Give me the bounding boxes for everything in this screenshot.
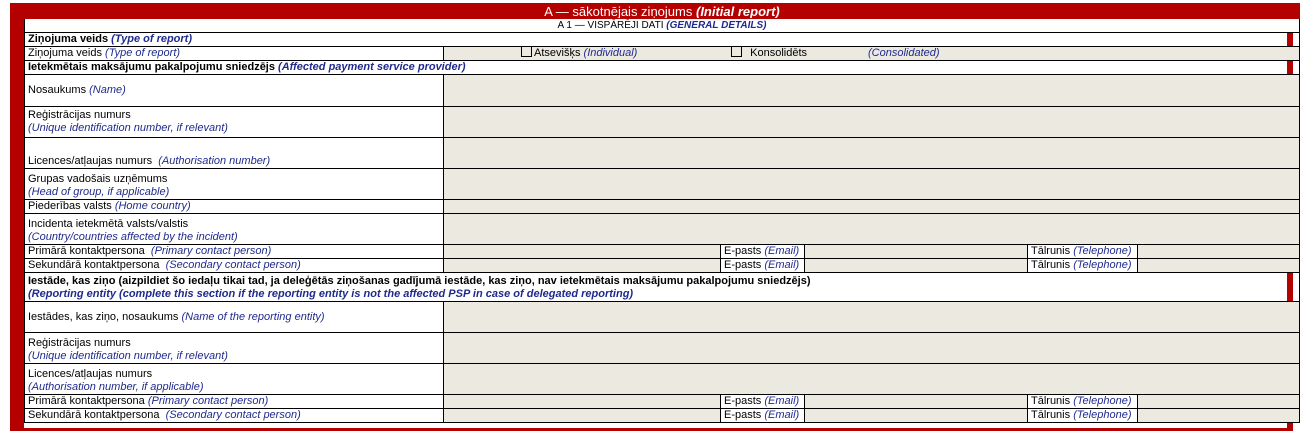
- initial-report-form: A — sākotnējais ziņojums (Initial report…: [24, 3, 1300, 423]
- re-licence-row: Licences/atļaujas numurs (Authorisation …: [24, 363, 1300, 395]
- re-secondary-email-field[interactable]: [804, 408, 1028, 423]
- re-licence-field[interactable]: [443, 363, 1300, 395]
- re-secondary-contact-label: Sekundārā kontaktpersona (Secondary cont…: [24, 408, 444, 423]
- re-reg-row: Reģistrācijas numurs (Unique identificat…: [24, 332, 1300, 364]
- consolidated-checkbox[interactable]: [731, 47, 742, 57]
- re-primary-phone-field[interactable]: [1137, 394, 1300, 409]
- psp-secondary-phone-field[interactable]: [1137, 258, 1300, 273]
- re-primary-contact-field[interactable]: [443, 394, 721, 409]
- psp-secondary-email-label: E-pasts (Email): [720, 258, 805, 273]
- re-licence-label: Licences/atļaujas numurs (Authorisation …: [24, 363, 444, 395]
- psp-home-label: Piederības valsts (Home country): [24, 199, 444, 214]
- psp-affected-row: Incidenta ietekmētā valsts/valstis (Coun…: [24, 213, 1300, 245]
- psp-secondary-contact-label: Sekundārā kontaktpersona (Secondary cont…: [24, 258, 444, 273]
- psp-primary-email-label: E-pasts (Email): [720, 244, 805, 259]
- re-primary-phone-label: Tālrunis (Telephone): [1027, 394, 1138, 409]
- consolidated-option-en: (Consolidated): [868, 47, 940, 60]
- psp-licence-label: Licences/atļaujas numurs (Authorisation …: [24, 137, 444, 169]
- section-subtitle-row: A 1 — VISPĀRĒJI DATI (GENERAL DETAILS): [24, 18, 1300, 33]
- report-type-label: Ziņojuma veids (Type of report): [24, 46, 444, 61]
- re-primary-contact-label: Primārā kontaktpersona (Primary contact …: [24, 394, 444, 409]
- individual-option[interactable]: Atsevišķs (Individual): [521, 47, 637, 60]
- re-primary-contact-row: Primārā kontaktpersona (Primary contact …: [24, 394, 1300, 409]
- report-type-section-row: Ziņojuma veids (Type of report): [24, 32, 1300, 47]
- psp-primary-email-field[interactable]: [804, 244, 1028, 259]
- psp-secondary-contact-row: Sekundārā kontaktpersona (Secondary cont…: [24, 258, 1300, 273]
- psp-primary-phone-field[interactable]: [1137, 244, 1300, 259]
- psp-primary-contact-row: Primārā kontaktpersona (Primary contact …: [24, 244, 1300, 259]
- re-secondary-phone-label: Tālrunis (Telephone): [1027, 408, 1138, 423]
- psp-name-row: Nosaukums (Name): [24, 74, 1300, 107]
- form-title-row: A — sākotnējais ziņojums (Initial report…: [24, 3, 1300, 19]
- psp-secondary-contact-field[interactable]: [443, 258, 721, 273]
- section-subtitle: A 1 — VISPĀRĒJI DATI (GENERAL DETAILS): [24, 18, 1300, 33]
- individual-checkbox[interactable]: [521, 47, 532, 57]
- affected-psp-section-row: Ietekmētais maksājumu pakalpojumu sniedz…: [24, 60, 1300, 75]
- reporting-entity-section-row: Iestāde, kas ziņo (aizpildiet šo iedaļu …: [24, 272, 1300, 302]
- psp-group-label: Grupas vadošais uzņēmums (Head of group,…: [24, 168, 444, 200]
- psp-primary-phone-label: Tālrunis (Telephone): [1027, 244, 1138, 259]
- re-secondary-phone-field[interactable]: [1137, 408, 1300, 423]
- psp-primary-contact-field[interactable]: [443, 244, 721, 259]
- form-title: A — sākotnējais ziņojums (Initial report…: [24, 3, 1300, 19]
- re-name-label: Iestādes, kas ziņo, nosaukums (Name of t…: [24, 301, 444, 333]
- psp-reg-row: Reģistrācijas numurs (Unique identificat…: [24, 106, 1300, 138]
- report-type-row: Ziņojuma veids (Type of report) Atsevišķ…: [24, 46, 1300, 61]
- psp-group-row: Grupas vadošais uzņēmums (Head of group,…: [24, 168, 1300, 200]
- psp-affected-field[interactable]: [443, 213, 1300, 245]
- affected-psp-section-heading: Ietekmētais maksājumu pakalpojumu sniedz…: [24, 60, 1300, 75]
- re-reg-field[interactable]: [443, 332, 1300, 364]
- re-name-row: Iestādes, kas ziņo, nosaukums (Name of t…: [24, 301, 1300, 333]
- reporting-entity-section-heading: Iestāde, kas ziņo (aizpildiet šo iedaļu …: [24, 272, 1300, 302]
- re-secondary-contact-row: Sekundārā kontaktpersona (Secondary cont…: [24, 408, 1300, 423]
- psp-group-field[interactable]: [443, 168, 1300, 200]
- psp-name-field[interactable]: [443, 74, 1300, 107]
- psp-reg-field[interactable]: [443, 106, 1300, 138]
- psp-licence-field[interactable]: [443, 137, 1300, 169]
- re-secondary-contact-field[interactable]: [443, 408, 721, 423]
- re-reg-label: Reģistrācijas numurs (Unique identificat…: [24, 332, 444, 364]
- report-type-options: Atsevišķs (Individual) Konsolidēts (Cons…: [443, 46, 1300, 61]
- psp-affected-label: Incidenta ietekmētā valsts/valstis (Coun…: [24, 213, 444, 245]
- psp-reg-label: Reģistrācijas numurs (Unique identificat…: [24, 106, 444, 138]
- psp-primary-contact-label: Primārā kontaktpersona (Primary contact …: [24, 244, 444, 259]
- psp-secondary-email-field[interactable]: [804, 258, 1028, 273]
- psp-licence-row: Licences/atļaujas numurs (Authorisation …: [24, 137, 1300, 169]
- psp-home-field[interactable]: [443, 199, 1300, 214]
- re-primary-email-label: E-pasts (Email): [720, 394, 805, 409]
- consolidated-option[interactable]: Konsolidēts: [731, 47, 807, 60]
- psp-home-row: Piederības valsts (Home country): [24, 199, 1300, 214]
- report-type-section-heading: Ziņojuma veids (Type of report): [24, 32, 1300, 47]
- re-name-field[interactable]: [443, 301, 1300, 333]
- form-title-en: (Initial report): [695, 4, 780, 19]
- re-secondary-email-label: E-pasts (Email): [720, 408, 805, 423]
- re-primary-email-field[interactable]: [804, 394, 1028, 409]
- psp-name-label: Nosaukums (Name): [24, 74, 444, 107]
- psp-secondary-phone-label: Tālrunis (Telephone): [1027, 258, 1138, 273]
